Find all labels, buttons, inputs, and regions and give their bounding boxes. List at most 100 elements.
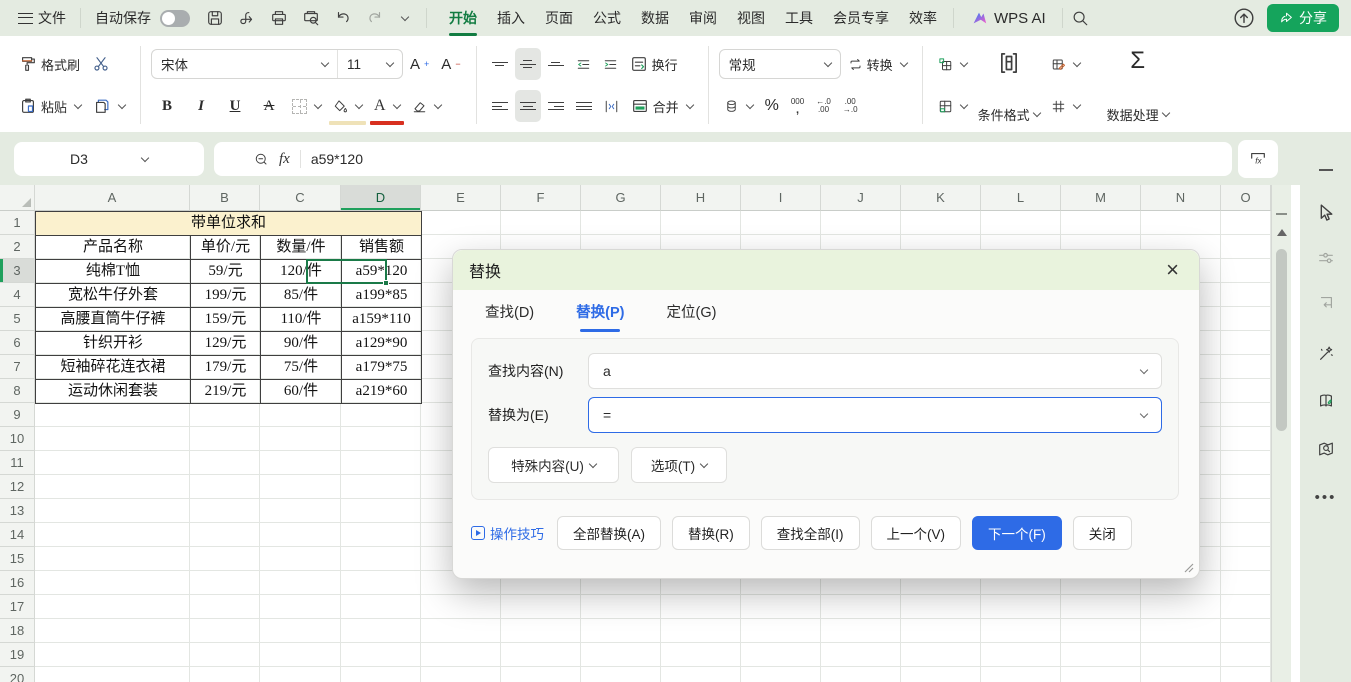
align-middle-button[interactable]	[515, 48, 541, 80]
cell-O6[interactable]	[1221, 331, 1271, 355]
cell-C14[interactable]	[260, 523, 341, 547]
cell-E18[interactable]	[421, 619, 501, 643]
cell-D2[interactable]: 销售额	[342, 236, 422, 260]
replace-dropdown-icon[interactable]	[1140, 409, 1148, 417]
scroll-up-icon[interactable]	[1277, 229, 1287, 236]
cell-F18[interactable]	[501, 619, 581, 643]
cell-D12[interactable]	[341, 475, 421, 499]
align-right-button[interactable]	[543, 90, 569, 122]
cell-M17[interactable]	[1061, 595, 1141, 619]
increase-font-button[interactable]: A+	[405, 48, 434, 80]
cell-B7[interactable]: 179/元	[191, 356, 261, 380]
data-processing-dropdown-icon[interactable]	[1161, 109, 1169, 117]
fill-color-button[interactable]	[328, 90, 367, 122]
cell-D17[interactable]	[341, 595, 421, 619]
font-color-button[interactable]: A	[369, 90, 405, 122]
column-header-G[interactable]: G	[581, 185, 661, 211]
cell-A8[interactable]: 运动休闲套装	[36, 380, 191, 404]
cell-C13[interactable]	[260, 499, 341, 523]
cell-A17[interactable]	[35, 595, 190, 619]
cell-O7[interactable]	[1221, 355, 1271, 379]
cell-H1[interactable]	[661, 211, 741, 235]
merged-title-cell[interactable]: 带单位求和	[36, 212, 422, 236]
smart-toolbox-button[interactable]	[1310, 337, 1342, 369]
zoom-minus-icon[interactable]	[254, 152, 269, 167]
tab-page[interactable]: 页面	[537, 3, 581, 33]
cell-A9[interactable]	[35, 403, 190, 427]
cell-A19[interactable]	[35, 643, 190, 667]
cell-O10[interactable]	[1221, 427, 1271, 451]
cell-C4[interactable]: 85/件	[261, 284, 342, 308]
cell-O18[interactable]	[1221, 619, 1271, 643]
select-all-corner[interactable]	[0, 185, 35, 211]
cell-N18[interactable]	[1141, 619, 1221, 643]
cell-F20[interactable]	[501, 667, 581, 682]
autosave-toggle[interactable]	[160, 10, 190, 27]
cell-F17[interactable]	[501, 595, 581, 619]
cell-E1[interactable]	[421, 211, 501, 235]
dialog-header[interactable]: 替换 ×	[453, 250, 1199, 290]
previous-button[interactable]: 上一个(V)	[871, 516, 962, 550]
row-header-19[interactable]: 19	[0, 643, 35, 667]
row-header-6[interactable]: 6	[0, 331, 35, 355]
cell-A12[interactable]	[35, 475, 190, 499]
cell-B20[interactable]	[190, 667, 260, 682]
column-header-K[interactable]: K	[901, 185, 981, 211]
cell-J19[interactable]	[821, 643, 901, 667]
cell-D11[interactable]	[341, 451, 421, 475]
cell-B6[interactable]: 129/元	[191, 332, 261, 356]
row-header-5[interactable]: 5	[0, 307, 35, 331]
cell-A15[interactable]	[35, 547, 190, 571]
decrease-indent-button[interactable]	[571, 48, 596, 80]
qat-more-icon[interactable]	[401, 12, 409, 20]
tab-member[interactable]: 会员专享	[825, 3, 897, 33]
insert-cells-button[interactable]	[933, 48, 972, 80]
cell-I20[interactable]	[741, 667, 821, 682]
row-header-15[interactable]: 15	[0, 547, 35, 571]
cell-O11[interactable]	[1221, 451, 1271, 475]
cell-A4[interactable]: 宽松牛仔外套	[36, 284, 191, 308]
name-box[interactable]: D3	[14, 142, 204, 176]
row-header-12[interactable]: 12	[0, 475, 35, 499]
cell-C20[interactable]	[260, 667, 341, 682]
replace-with-input[interactable]: =	[588, 397, 1162, 433]
cell-O2[interactable]	[1221, 235, 1271, 259]
cell-A10[interactable]	[35, 427, 190, 451]
tab-data[interactable]: 数据	[633, 3, 677, 33]
column-header-F[interactable]: F	[501, 185, 581, 211]
increase-decimal-button[interactable]: .00→.0	[838, 90, 863, 122]
row-column-button[interactable]	[933, 90, 972, 122]
cell-B3[interactable]: 59/元	[191, 260, 261, 284]
cell-C15[interactable]	[260, 547, 341, 571]
cell-J17[interactable]	[821, 595, 901, 619]
cell-I1[interactable]	[741, 211, 821, 235]
save-icon[interactable]	[206, 9, 224, 27]
cell-A11[interactable]	[35, 451, 190, 475]
currency-button[interactable]	[719, 90, 758, 122]
justify-button[interactable]	[571, 90, 597, 122]
increase-indent-button[interactable]	[598, 48, 623, 80]
cell-B17[interactable]	[190, 595, 260, 619]
row-header-9[interactable]: 9	[0, 403, 35, 427]
collapse-ribbon-button[interactable]	[1310, 154, 1342, 186]
fx-icon[interactable]: fx	[279, 151, 290, 168]
insert-function-button[interactable]: fx	[1238, 140, 1278, 178]
print-preview-icon[interactable]	[302, 9, 320, 27]
cell-K17[interactable]	[901, 595, 981, 619]
cell-F19[interactable]	[501, 643, 581, 667]
undo-icon[interactable]	[334, 9, 352, 27]
cell-A14[interactable]	[35, 523, 190, 547]
cell-M18[interactable]	[1061, 619, 1141, 643]
cell-A5[interactable]: 高腰直筒牛仔裤	[36, 308, 191, 332]
cell-O5[interactable]	[1221, 307, 1271, 331]
convert-button[interactable]: 转换	[843, 48, 912, 80]
main-menu-button[interactable]: 文件	[12, 4, 72, 32]
formula-bar[interactable]: fx a59*120	[214, 142, 1232, 176]
cell-B5[interactable]: 159/元	[191, 308, 261, 332]
cell-D5[interactable]: a159*110	[342, 308, 422, 332]
cell-C16[interactable]	[260, 571, 341, 595]
insert-cells-dropdown-icon[interactable]	[959, 58, 967, 66]
cell-B13[interactable]	[190, 499, 260, 523]
cell-O14[interactable]	[1221, 523, 1271, 547]
tab-tools[interactable]: 工具	[777, 3, 821, 33]
